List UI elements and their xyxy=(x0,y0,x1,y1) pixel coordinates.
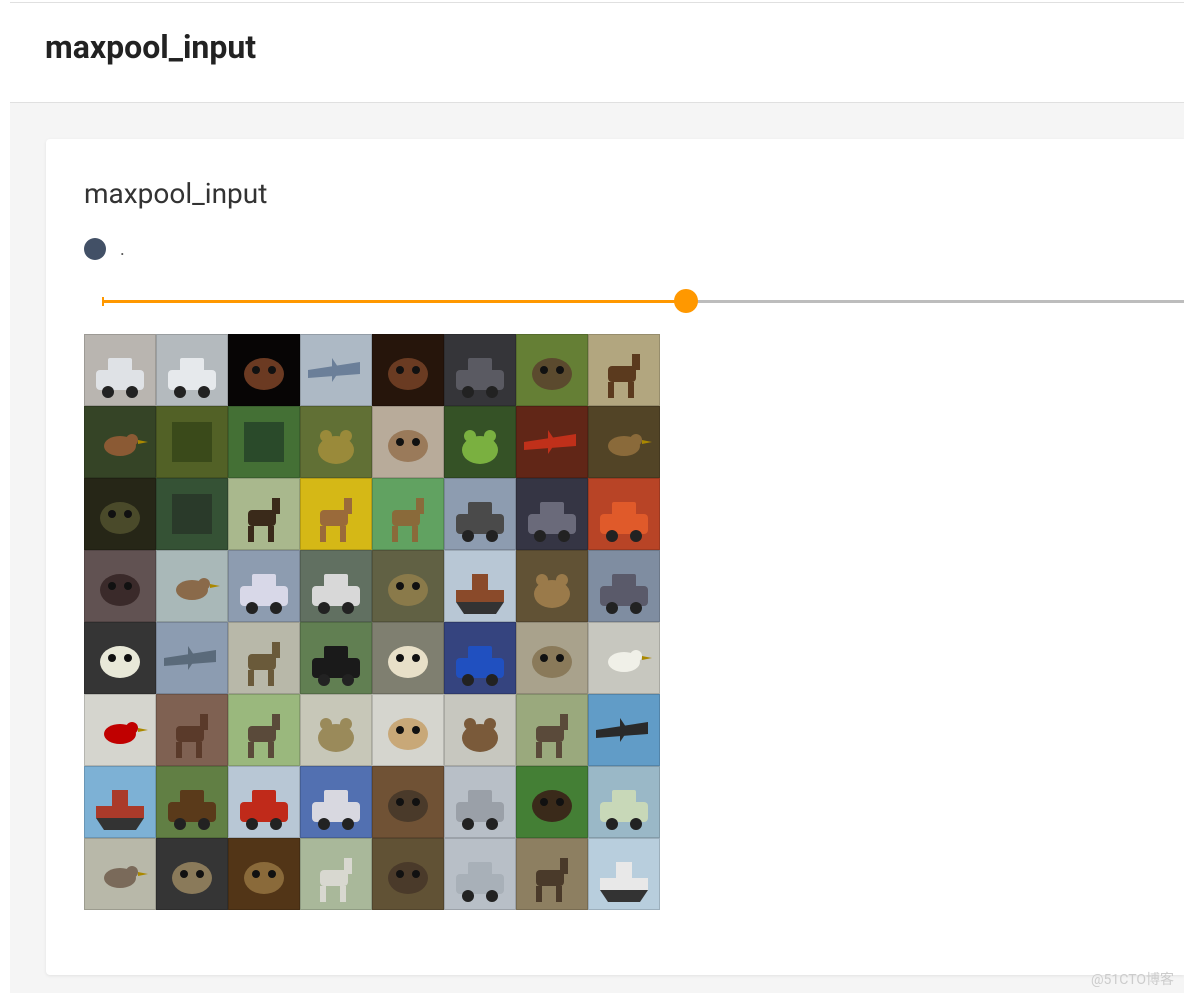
grid-thumb[interactable] xyxy=(228,478,300,550)
grid-thumb[interactable] xyxy=(516,406,588,478)
grid-thumb[interactable] xyxy=(300,478,372,550)
grid-thumb[interactable] xyxy=(516,766,588,838)
grid-thumb[interactable] xyxy=(300,766,372,838)
grid-thumb[interactable] xyxy=(516,478,588,550)
grid-thumb[interactable] xyxy=(372,334,444,406)
grid-thumb[interactable] xyxy=(228,550,300,622)
grid-thumb[interactable] xyxy=(228,766,300,838)
grid-thumb[interactable] xyxy=(588,766,660,838)
grid-thumb[interactable] xyxy=(372,406,444,478)
grid-thumb[interactable] xyxy=(300,406,372,478)
slider-tick xyxy=(102,297,104,306)
grid-thumb[interactable] xyxy=(156,550,228,622)
grid-thumb[interactable] xyxy=(300,694,372,766)
grid-thumb[interactable] xyxy=(516,550,588,622)
grid-thumb[interactable] xyxy=(84,766,156,838)
grid-thumb[interactable] xyxy=(444,406,516,478)
grid-thumb[interactable] xyxy=(588,334,660,406)
grid-thumb[interactable] xyxy=(300,550,372,622)
grid-thumb[interactable] xyxy=(84,838,156,910)
slider-thumb[interactable] xyxy=(674,289,698,313)
grid-thumb[interactable] xyxy=(300,334,372,406)
grid-thumb[interactable] xyxy=(444,766,516,838)
run-selector-row: . xyxy=(84,238,1184,260)
grid-thumb[interactable] xyxy=(444,550,516,622)
grid-thumb[interactable] xyxy=(516,694,588,766)
grid-thumb[interactable] xyxy=(588,406,660,478)
grid-thumb[interactable] xyxy=(156,838,228,910)
grid-thumb[interactable] xyxy=(228,694,300,766)
slider-fill xyxy=(102,300,686,303)
grid-thumb[interactable] xyxy=(84,406,156,478)
grid-thumb[interactable] xyxy=(372,838,444,910)
grid-thumb[interactable] xyxy=(516,838,588,910)
grid-thumb[interactable] xyxy=(228,406,300,478)
grid-thumb[interactable] xyxy=(156,334,228,406)
grid-thumb[interactable] xyxy=(84,478,156,550)
grid-thumb[interactable] xyxy=(156,694,228,766)
step-slider[interactable] xyxy=(102,290,1184,314)
grid-thumb[interactable] xyxy=(300,622,372,694)
grid-thumb[interactable] xyxy=(84,550,156,622)
image-card: maxpool_input . xyxy=(46,139,1184,975)
grid-thumb[interactable] xyxy=(228,622,300,694)
image-grid xyxy=(84,334,660,910)
grid-thumb[interactable] xyxy=(516,622,588,694)
grid-thumb[interactable] xyxy=(372,550,444,622)
grid-thumb[interactable] xyxy=(156,406,228,478)
grid-thumb[interactable] xyxy=(444,622,516,694)
grid-thumb[interactable] xyxy=(444,478,516,550)
grid-thumb[interactable] xyxy=(588,622,660,694)
grid-thumb[interactable] xyxy=(228,838,300,910)
grid-thumb[interactable] xyxy=(372,622,444,694)
card-title: maxpool_input xyxy=(84,177,1184,210)
run-color-dot xyxy=(84,238,106,260)
grid-thumb[interactable] xyxy=(228,334,300,406)
grid-thumb[interactable] xyxy=(588,478,660,550)
grid-thumb[interactable] xyxy=(444,694,516,766)
grid-thumb[interactable] xyxy=(156,766,228,838)
grid-thumb[interactable] xyxy=(372,478,444,550)
section-title: maxpool_input xyxy=(45,28,256,66)
grid-thumb[interactable] xyxy=(588,550,660,622)
content-panel: maxpool_input . xyxy=(10,103,1184,993)
grid-thumb[interactable] xyxy=(84,622,156,694)
grid-thumb[interactable] xyxy=(372,766,444,838)
run-label: . xyxy=(120,239,125,260)
watermark-text: @51CTO博客 xyxy=(1091,969,1174,989)
grid-thumb[interactable] xyxy=(372,694,444,766)
grid-thumb[interactable] xyxy=(84,334,156,406)
grid-thumb[interactable] xyxy=(156,622,228,694)
grid-thumb[interactable] xyxy=(156,478,228,550)
grid-thumb[interactable] xyxy=(444,334,516,406)
previous-section-edge xyxy=(10,0,1184,3)
grid-thumb[interactable] xyxy=(516,334,588,406)
grid-thumb[interactable] xyxy=(444,838,516,910)
grid-thumb[interactable] xyxy=(588,694,660,766)
grid-thumb[interactable] xyxy=(300,838,372,910)
grid-thumb[interactable] xyxy=(84,694,156,766)
grid-thumb[interactable] xyxy=(588,838,660,910)
